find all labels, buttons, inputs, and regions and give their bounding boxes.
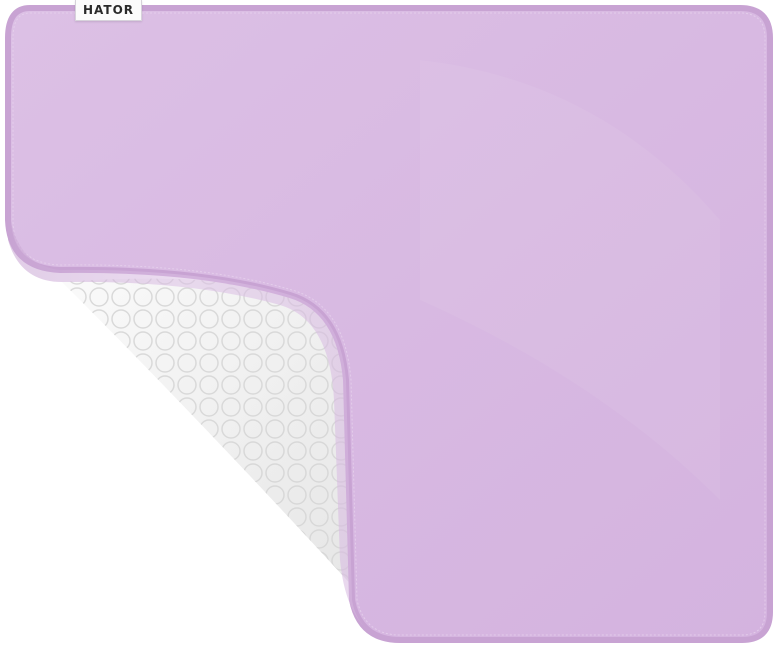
product-photo: HATOR: [0, 0, 776, 646]
brand-tag: HATOR: [75, 0, 142, 21]
mousepad-illustration: [5, 5, 773, 643]
brand-logo-text: HATOR: [82, 3, 135, 17]
